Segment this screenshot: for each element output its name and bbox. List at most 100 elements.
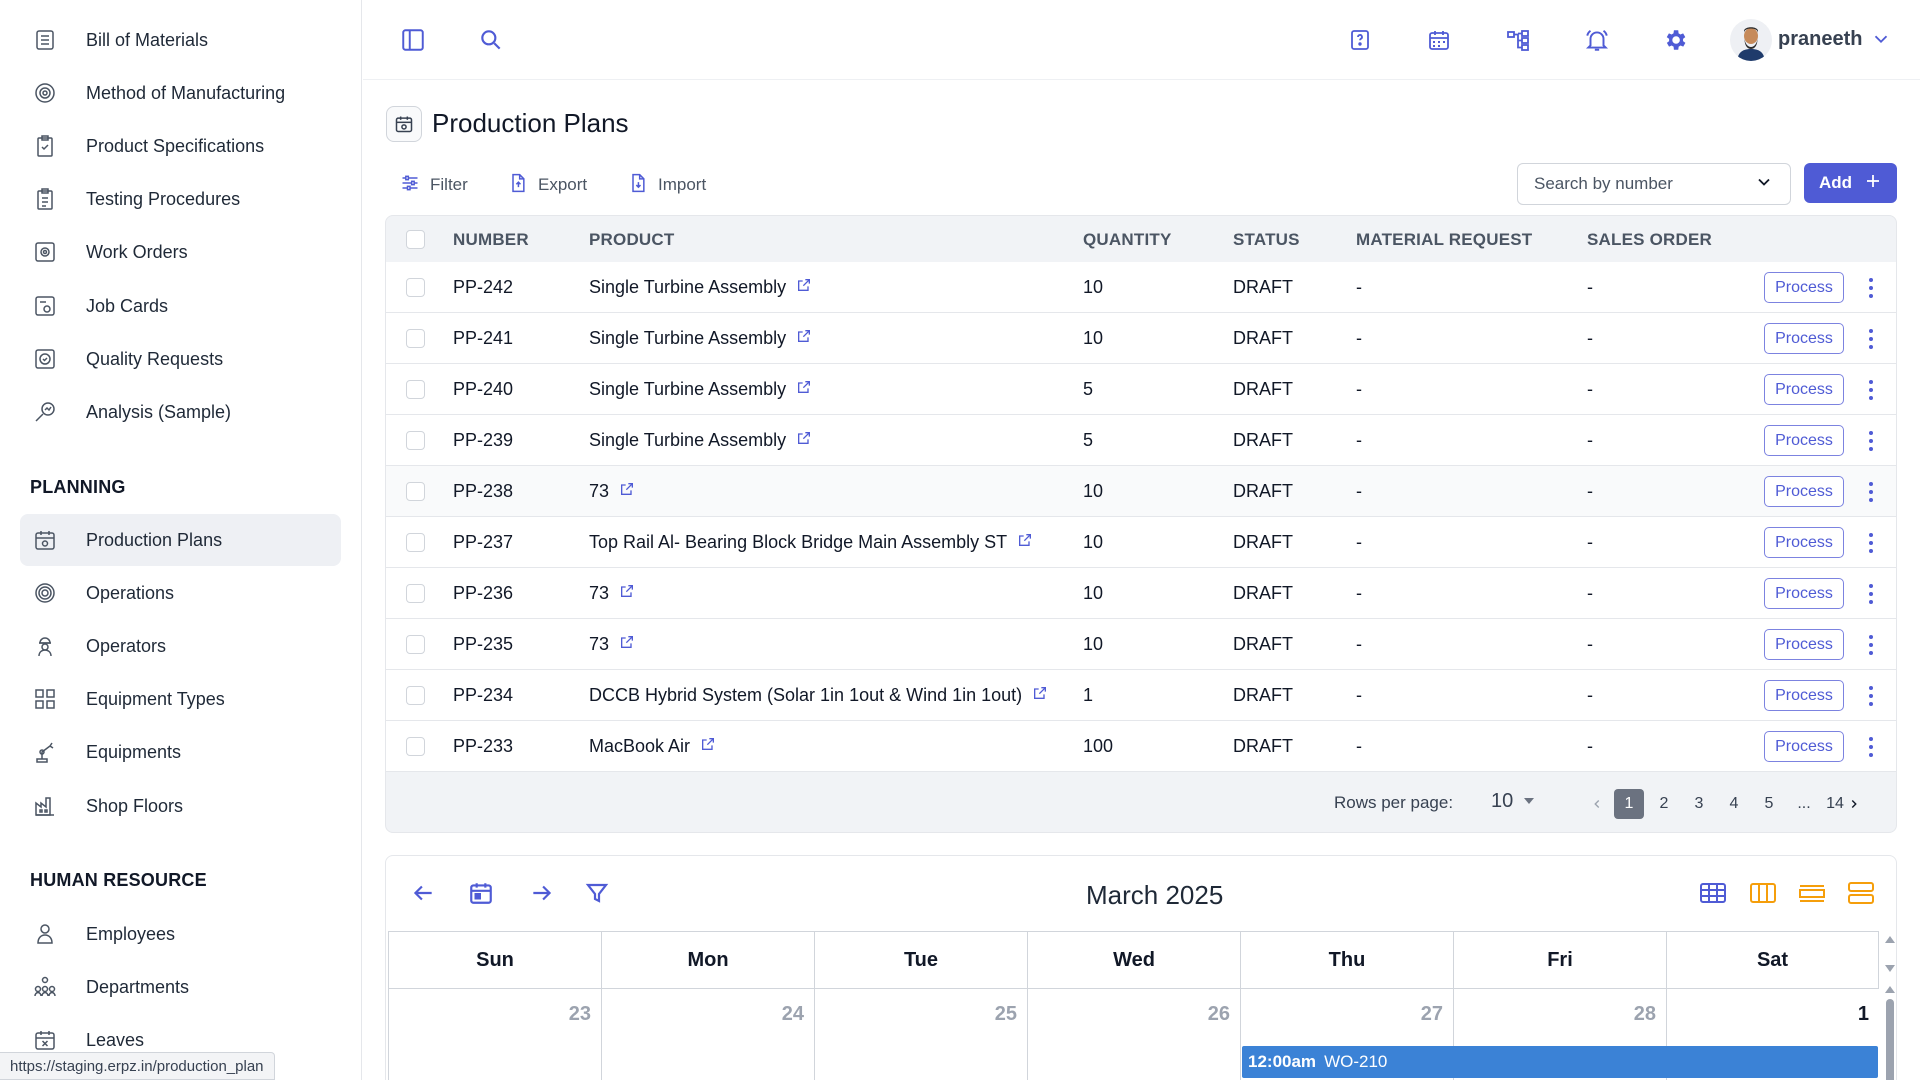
calendar-day-cell[interactable]: 23 [388, 989, 601, 1080]
external-link-icon[interactable] [796, 277, 812, 298]
calendar-event[interactable]: 12:00am WO-210 [1242, 1046, 1878, 1078]
process-button[interactable]: Process [1764, 425, 1844, 456]
bell-icon[interactable] [1583, 26, 1611, 54]
calendar-day-cell[interactable]: 25 [814, 989, 1027, 1080]
page-button[interactable]: 2 [1649, 789, 1679, 819]
more-options-icon[interactable] [1864, 326, 1878, 352]
day-view-icon[interactable] [1797, 878, 1827, 908]
column-header-status[interactable]: STATUS [1233, 230, 1300, 250]
calendar-scrollbar[interactable] [1883, 931, 1896, 1080]
table-row[interactable]: PP-238 73 10 DRAFT - - Process [386, 466, 1896, 517]
month-view-icon[interactable] [1698, 878, 1728, 908]
more-options-icon[interactable] [1864, 377, 1878, 403]
process-button[interactable]: Process [1764, 680, 1844, 711]
calendar-today-icon[interactable] [466, 878, 496, 908]
calendar-icon[interactable] [1425, 26, 1453, 54]
cell-product-link[interactable]: 73 [589, 634, 635, 655]
sidebar-item-shop-floors[interactable]: Shop Floors [20, 780, 341, 832]
more-options-icon[interactable] [1864, 632, 1878, 658]
import-button[interactable]: Import [628, 172, 706, 198]
more-options-icon[interactable] [1864, 683, 1878, 709]
arrow-right-icon[interactable] [527, 878, 557, 908]
more-options-icon[interactable] [1864, 581, 1878, 607]
select-all-checkbox[interactable] [406, 230, 425, 249]
funnel-filter-icon[interactable] [582, 878, 612, 908]
column-header-number[interactable]: NUMBER [453, 230, 529, 250]
process-button[interactable]: Process [1764, 731, 1844, 762]
arrow-left-icon[interactable] [408, 878, 438, 908]
process-button[interactable]: Process [1764, 527, 1844, 558]
sidebar-item-production-plans[interactable]: Production Plans [20, 514, 341, 566]
sidebar-toggle-icon[interactable] [399, 26, 427, 54]
sidebar-item-equipments[interactable]: Equipments [20, 726, 341, 778]
calendar-day-cell[interactable]: 24 [601, 989, 814, 1080]
column-header-sales-order[interactable]: SALES ORDER [1587, 230, 1712, 250]
process-button[interactable]: Process [1764, 629, 1844, 660]
table-row[interactable]: PP-233 MacBook Air 100 DRAFT - - Process [386, 721, 1896, 772]
sidebar-item-quality-requests[interactable]: Quality Requests [20, 333, 341, 385]
table-row[interactable]: PP-240 Single Turbine Assembly 5 DRAFT -… [386, 364, 1896, 415]
external-link-icon[interactable] [796, 379, 812, 400]
row-checkbox[interactable] [406, 635, 425, 654]
column-header-product[interactable]: PRODUCT [589, 230, 674, 250]
external-link-icon[interactable] [796, 328, 812, 349]
table-row[interactable]: PP-234 DCCB Hybrid System (Solar 1in 1ou… [386, 670, 1896, 721]
cell-product-link[interactable]: 73 [589, 481, 635, 502]
agenda-view-icon[interactable] [1846, 878, 1876, 908]
external-link-icon[interactable] [1017, 532, 1033, 553]
row-checkbox[interactable] [406, 533, 425, 552]
sidebar-item-work-orders[interactable]: Work Orders [20, 226, 341, 278]
username[interactable]: praneeth [1778, 28, 1862, 51]
row-checkbox[interactable] [406, 380, 425, 399]
add-button[interactable]: Add [1804, 163, 1897, 203]
row-checkbox[interactable] [406, 482, 425, 501]
external-link-icon[interactable] [619, 583, 635, 604]
row-checkbox[interactable] [406, 686, 425, 705]
calendar-day-cell[interactable]: 26 [1027, 989, 1240, 1080]
process-button[interactable]: Process [1764, 374, 1844, 405]
hierarchy-icon[interactable] [1504, 26, 1532, 54]
more-options-icon[interactable] [1864, 428, 1878, 454]
external-link-icon[interactable] [796, 430, 812, 451]
sidebar-item-product-specifications[interactable]: Product Specifications [20, 120, 341, 172]
table-row[interactable]: PP-242 Single Turbine Assembly 10 DRAFT … [386, 262, 1896, 313]
chevron-down-icon[interactable] [1870, 28, 1892, 55]
table-row[interactable]: PP-241 Single Turbine Assembly 10 DRAFT … [386, 313, 1896, 364]
page-button[interactable]: 4 [1719, 789, 1749, 819]
cell-product-link[interactable]: Top Rail Al- Bearing Block Bridge Main A… [589, 532, 1033, 553]
external-link-icon[interactable] [1032, 685, 1048, 706]
sidebar-item-method-of-manufacturing[interactable]: Method of Manufacturing [20, 67, 341, 119]
sidebar-item-operators[interactable]: Operators [20, 620, 341, 672]
prev-page-icon[interactable] [1582, 789, 1612, 819]
rows-per-page-select[interactable]: 10 [1491, 790, 1535, 813]
page-button[interactable]: 3 [1684, 789, 1714, 819]
sidebar-item-departments[interactable]: Departments [20, 961, 341, 1013]
more-options-icon[interactable] [1864, 530, 1878, 556]
process-button[interactable]: Process [1764, 272, 1844, 303]
table-row[interactable]: PP-239 Single Turbine Assembly 5 DRAFT -… [386, 415, 1896, 466]
table-row[interactable]: PP-235 73 10 DRAFT - - Process [386, 619, 1896, 670]
search-by-number-select[interactable]: Search by number [1517, 163, 1791, 205]
external-link-icon[interactable] [619, 481, 635, 502]
cell-product-link[interactable]: Single Turbine Assembly [589, 430, 812, 451]
row-checkbox[interactable] [406, 584, 425, 603]
filter-button[interactable]: Filter [400, 172, 468, 198]
process-button[interactable]: Process [1764, 476, 1844, 507]
sidebar-item-bill-of-materials[interactable]: Bill of Materials [20, 14, 341, 66]
cell-product-link[interactable]: Single Turbine Assembly [589, 379, 812, 400]
export-button[interactable]: Export [508, 172, 587, 198]
sidebar-item-analysis-sample[interactable]: Analysis (Sample) [20, 386, 341, 438]
next-page-icon[interactable] [1839, 789, 1869, 819]
more-options-icon[interactable] [1864, 275, 1878, 301]
cell-product-link[interactable]: MacBook Air [589, 736, 716, 757]
external-link-icon[interactable] [619, 634, 635, 655]
search-icon[interactable] [477, 26, 505, 54]
sidebar-item-job-cards[interactable]: Job Cards [20, 280, 341, 332]
more-options-icon[interactable] [1864, 479, 1878, 505]
page-button[interactable]: 5 [1754, 789, 1784, 819]
table-row[interactable]: PP-237 Top Rail Al- Bearing Block Bridge… [386, 517, 1896, 568]
avatar[interactable] [1730, 19, 1772, 61]
sidebar-item-testing-procedures[interactable]: Testing Procedures [20, 173, 341, 225]
row-checkbox[interactable] [406, 278, 425, 297]
cell-product-link[interactable]: 73 [589, 583, 635, 604]
